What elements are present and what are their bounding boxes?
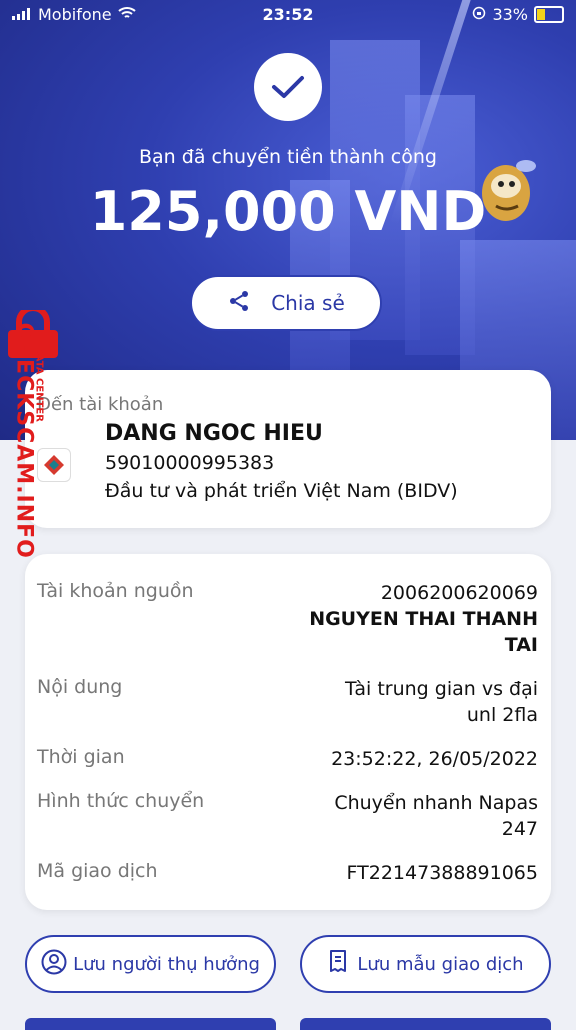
detail-value: unl 2fla (466, 704, 538, 726)
share-button[interactable]: Chia sẻ (190, 275, 382, 331)
save-template-button[interactable]: Lưu mẫu giao dịch (300, 935, 551, 993)
recipient-name: DANG NGOC HIEU (105, 421, 323, 446)
detail-value: 23:52:22, 26/05/2022 (331, 748, 538, 770)
battery-percent: 33% (492, 5, 528, 24)
status-bar: Mobifone 23:52 33% (0, 0, 576, 30)
receipt-icon (327, 949, 351, 980)
save-template-label: Lưu mẫu giao dịch (357, 953, 524, 975)
bee-mascot-icon (476, 148, 540, 226)
orientation-lock-icon (472, 5, 486, 24)
success-check-icon (254, 53, 322, 121)
detail-label: Nội dung (37, 676, 123, 698)
watermark-text: CHECKSCAM.INFO (11, 322, 37, 559)
user-icon (41, 949, 67, 980)
checkscam-watermark: DATA CENTER CHECKSCAM.INFO (4, 305, 64, 600)
detail-value: Chuyển nhanh Napas (334, 792, 538, 814)
detail-row-transfer-method: Hình thức chuyển Chuyển nhanh Napas 247 (37, 790, 538, 842)
share-icon (227, 289, 251, 318)
detail-value: Tài trung gian vs đại (344, 678, 538, 700)
detail-label: Hình thức chuyển (37, 790, 205, 812)
detail-value: 247 (501, 818, 538, 840)
share-label: Chia sẻ (271, 291, 345, 315)
recipient-card: Đến tài khoản DANG NGOC HIEU 59010000995… (25, 370, 551, 528)
bottom-button-partial[interactable] (25, 1018, 276, 1030)
detail-label: Mã giao dịch (37, 860, 158, 882)
detail-row-content: Nội dung Tài trung gian vs đại unl 2fla (37, 676, 538, 728)
detail-value: TAI (504, 634, 538, 656)
detail-row-time: Thời gian 23:52:22, 26/05/2022 (37, 746, 538, 772)
detail-value: 2006200620069 (380, 582, 538, 604)
save-recipient-button[interactable]: Lưu người thụ hưởng (25, 935, 276, 993)
recipient-account: 59010000995383 (105, 452, 275, 474)
recipient-bank: Đầu tư và phát triển Việt Nam (BIDV) (105, 480, 458, 502)
detail-row-source-account: Tài khoản nguồn 2006200620069 NGUYEN THA… (37, 580, 538, 658)
battery-icon (534, 6, 564, 23)
detail-value: FT22147388891065 (346, 862, 538, 884)
detail-row-transaction-id: Mã giao dịch FT22147388891065 (37, 860, 538, 886)
save-recipient-label: Lưu người thụ hưởng (73, 953, 260, 975)
bottom-button-partial[interactable] (300, 1018, 551, 1030)
detail-label: Thời gian (37, 746, 125, 768)
transaction-details-card: Tài khoản nguồn 2006200620069 NGUYEN THA… (25, 554, 551, 910)
detail-value: NGUYEN THAI THANH (309, 608, 538, 630)
